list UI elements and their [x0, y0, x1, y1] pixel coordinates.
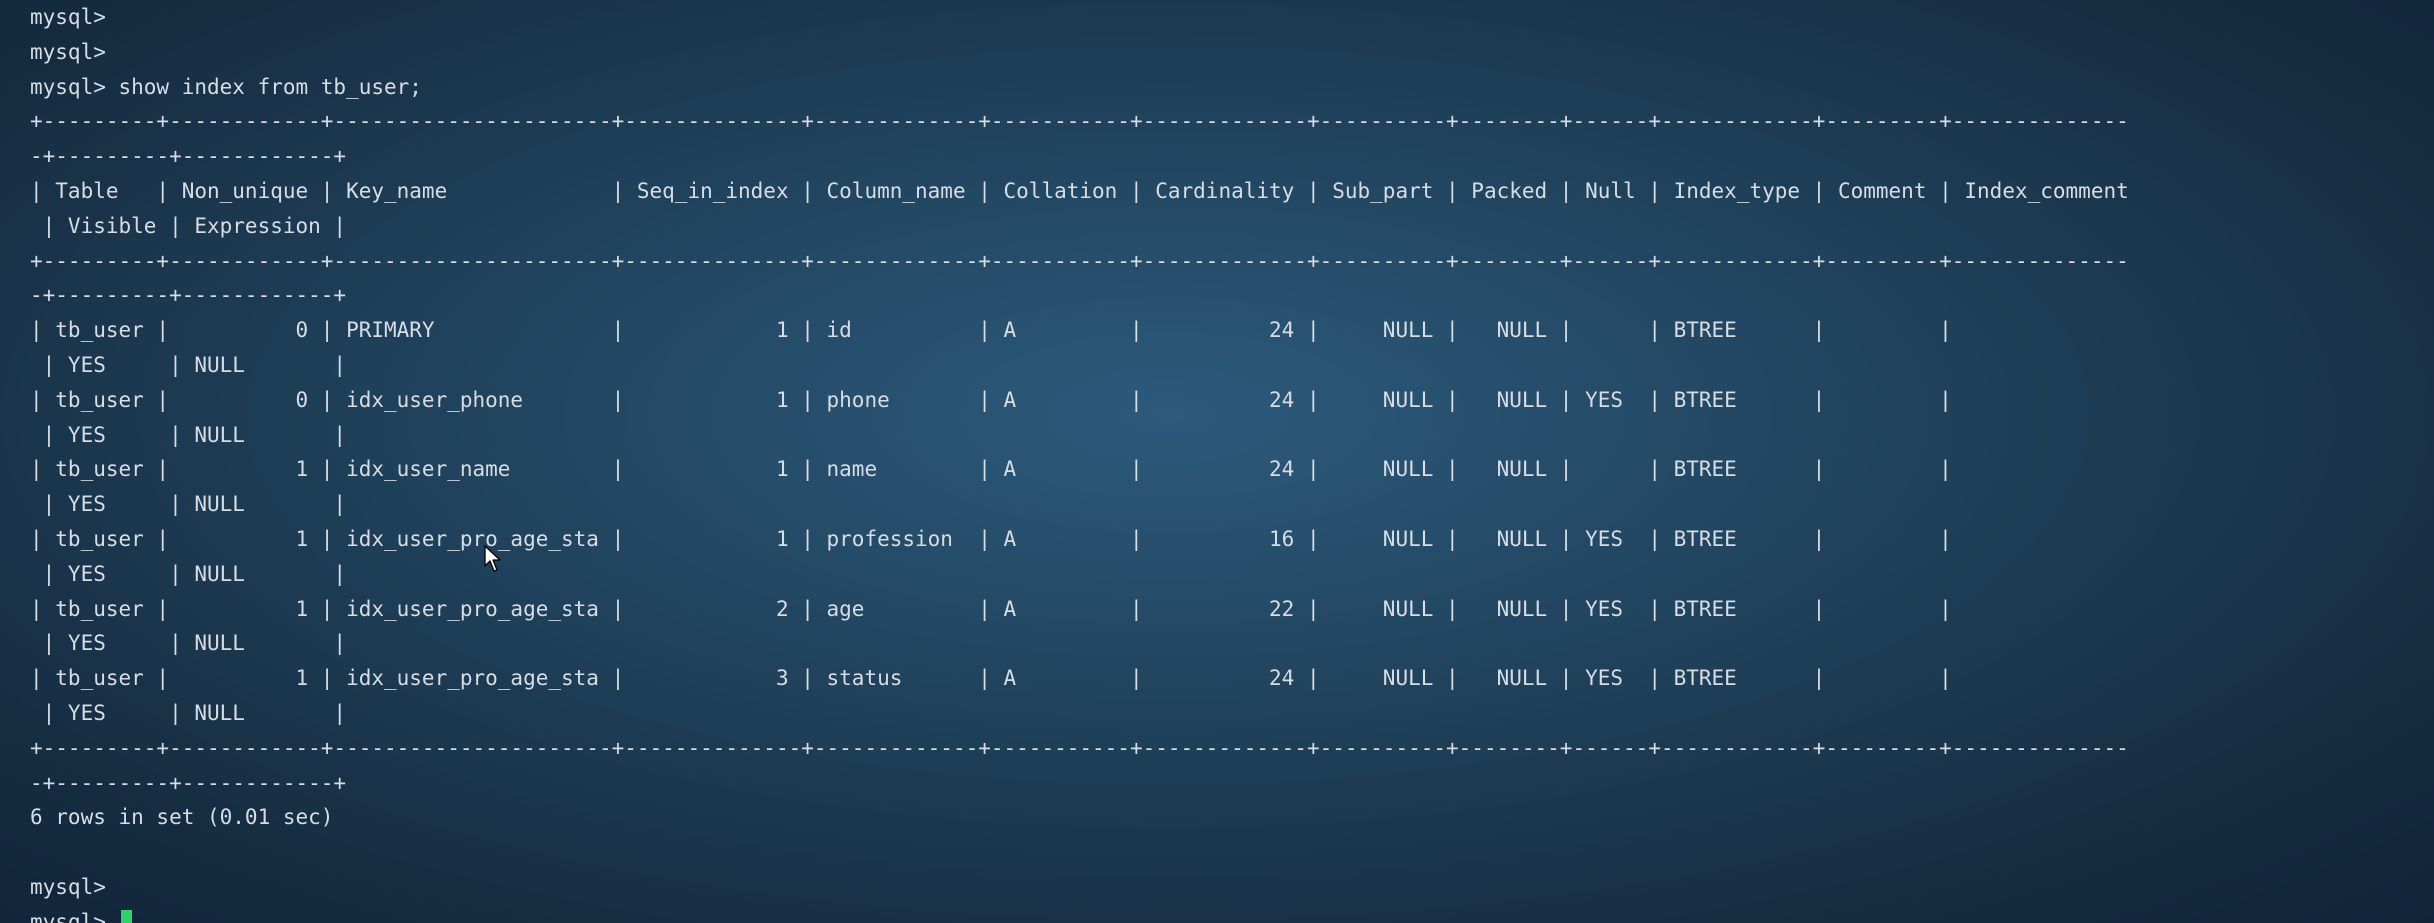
terminal-input-line[interactable]: mysql> — [30, 905, 2430, 923]
table-row: | YES | NULL | — [30, 422, 347, 447]
table-row: | tb_user | 1 | idx_user_pro_age_sta | 1… — [30, 526, 1952, 551]
table-row: | tb_user | 0 | PRIMARY | 1 | id | A | 2… — [30, 318, 1952, 343]
table-row: | tb_user | 1 | idx_user_pro_age_sta | 2… — [30, 596, 1952, 621]
table-row: | YES | NULL | — [30, 492, 347, 517]
terminal-window[interactable]: mysql> mysql> mysql> show index from tb_… — [30, 0, 2430, 923]
table-border: -+---------+------------+ — [30, 144, 347, 169]
result-summary: 6 rows in set (0.01 sec) — [30, 805, 334, 830]
table-row: | YES | NULL | — [30, 700, 347, 725]
table-header-row: | Table | Non_unique | Key_name | Seq_in… — [30, 178, 2129, 203]
text-cursor — [120, 909, 132, 923]
terminal-line: mysql> — [30, 874, 106, 899]
terminal-line: mysql> — [30, 39, 106, 64]
table-border: -+---------+------------+ — [30, 283, 347, 308]
table-border: -+---------+------------+ — [30, 770, 347, 795]
terminal-command-line: mysql> show index from tb_user; — [30, 74, 422, 99]
table-border: +---------+------------+----------------… — [30, 248, 2129, 273]
table-row: | YES | NULL | — [30, 352, 347, 377]
prompt-label: mysql> — [30, 909, 106, 923]
table-border: +---------+------------+----------------… — [30, 735, 2129, 760]
table-row: | tb_user | 1 | idx_user_pro_age_sta | 3… — [30, 666, 1952, 691]
table-border: +---------+------------+----------------… — [30, 109, 2129, 134]
table-row: | tb_user | 0 | idx_user_phone | 1 | pho… — [30, 387, 1952, 412]
table-header-row: | Visible | Expression | — [30, 213, 347, 238]
mouse-pointer-icon — [484, 545, 501, 572]
table-row: | tb_user | 1 | idx_user_name | 1 | name… — [30, 457, 1952, 482]
table-row: | YES | NULL | — [30, 561, 347, 586]
table-row: | YES | NULL | — [30, 631, 347, 656]
terminal-line: mysql> — [30, 5, 106, 29]
